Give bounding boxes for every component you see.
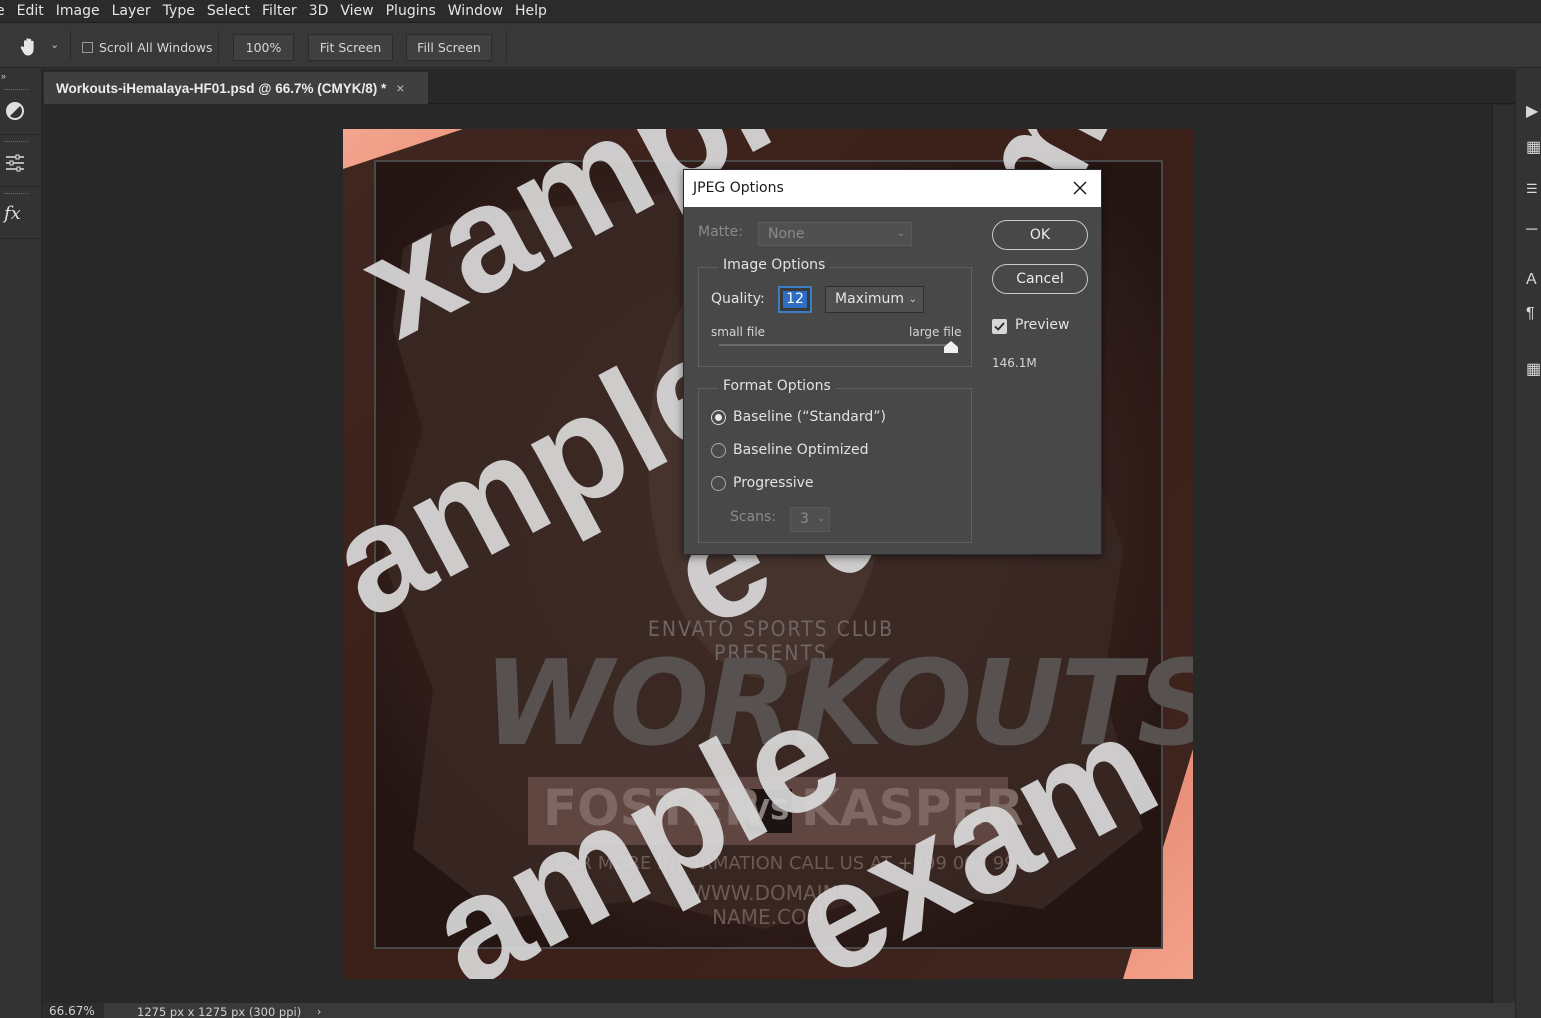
menu-help[interactable]: Help [509, 0, 553, 22]
matte-value: None [768, 226, 805, 242]
scans-select[interactable]: 3 ⌄ [790, 507, 830, 532]
quality-input[interactable]: 12 [778, 286, 812, 313]
preview-label: Preview [1015, 317, 1070, 333]
matte-select[interactable]: None ⌄ [758, 222, 912, 246]
matte-label: Matte: [698, 224, 743, 240]
quality-preset-value: Maximum [835, 291, 904, 307]
menu-select[interactable]: Select [201, 0, 256, 22]
grid-icon[interactable]: ▦ [1526, 359, 1541, 379]
image-options-legend: Image Options [718, 257, 831, 273]
small-file-label: small file [711, 325, 766, 339]
baseline-optimized-label: Baseline Optimized [733, 442, 869, 458]
tool-preset-chevron-down-icon[interactable]: ⌄ [50, 38, 59, 51]
menu-3d[interactable]: 3D [303, 0, 335, 22]
quality-slider-track[interactable] [719, 344, 951, 346]
paragraph-icon[interactable]: ¶ [1526, 305, 1535, 323]
menu-view[interactable]: View [334, 0, 379, 22]
sliders-icon[interactable] [4, 152, 26, 174]
format-options-legend: Format Options [718, 378, 836, 394]
menu-file[interactable]: e [0, 0, 11, 22]
panel-group-properties [0, 135, 40, 187]
fit-screen-button[interactable]: Fit Screen [308, 34, 393, 61]
panel-grip[interactable] [4, 193, 28, 196]
menu-bar: e Edit Image Layer Type Select Filter 3D… [0, 0, 1541, 22]
hand-icon[interactable] [18, 36, 40, 58]
panel-group-styles: fx [0, 187, 40, 239]
zoom-level-field[interactable]: 66.67% [42, 1003, 104, 1018]
preview-checkbox[interactable] [992, 319, 1007, 334]
panel-grip[interactable] [4, 141, 28, 144]
close-icon[interactable] [1070, 178, 1090, 198]
baseline-optimized-radio[interactable] [711, 443, 726, 458]
menu-type[interactable]: Type [157, 0, 201, 22]
panel-group-adjustments [0, 83, 40, 135]
file-size-value: 146.1M [992, 356, 1037, 370]
menu-image[interactable]: Image [50, 0, 106, 22]
fx-icon[interactable]: fx [4, 203, 26, 225]
status-info-arrow-icon[interactable]: › [317, 1005, 321, 1018]
options-separator [70, 31, 71, 61]
ok-button[interactable]: OK [992, 220, 1088, 250]
adjust-icon[interactable]: ─ [1526, 221, 1537, 239]
menu-edit[interactable]: Edit [11, 0, 50, 22]
document-dimensions: 1275 px x 1275 px (300 ppi) [137, 1005, 302, 1018]
progressive-label: Progressive [733, 475, 814, 491]
image-options-group: Image Options [698, 257, 972, 367]
left-panel-strip: ›› fx [0, 69, 42, 1018]
vertical-scrollbar[interactable] [1492, 105, 1515, 1003]
jpeg-options-dialog: JPEG Options Matte: None ⌄ Image Options… [683, 169, 1102, 555]
expand-panels-icon[interactable]: ›› [1, 71, 6, 81]
dialog-title: JPEG Options [684, 170, 1101, 207]
fill-screen-button[interactable]: Fill Screen [406, 34, 492, 61]
cancel-button[interactable]: Cancel [992, 264, 1088, 294]
baseline-standard-label: Baseline (“Standard”) [733, 409, 886, 425]
baseline-standard-radio[interactable] [711, 410, 726, 425]
quality-value: 12 [783, 291, 807, 308]
options-separator [506, 31, 507, 61]
character-icon[interactable]: A [1526, 271, 1537, 289]
chevron-down-icon: ⌄ [896, 228, 905, 239]
menu-filter[interactable]: Filter [256, 0, 303, 22]
options-separator [218, 31, 219, 61]
chevron-down-icon: ⌄ [817, 514, 825, 524]
quality-slider-thumb[interactable] [944, 341, 958, 353]
options-bar: ⌄ Scroll All Windows 100% Fit Screen Fil… [0, 22, 1541, 68]
libraries-icon[interactable]: ▦ [1526, 137, 1541, 157]
scroll-all-windows-checkbox[interactable] [82, 42, 93, 53]
document-tab-title: Workouts-iHemalaya-HF01.psd @ 66.7% (CMY… [56, 80, 387, 96]
menu-plugins[interactable]: Plugins [380, 0, 442, 22]
progressive-radio[interactable] [711, 476, 726, 491]
checkmark-icon [994, 322, 1005, 331]
play-icon[interactable]: ▶ [1526, 101, 1538, 121]
right-panel-strip: ▶ ▦ ☰ ─ A ¶ ▦ [1515, 69, 1541, 1018]
zoom-100-button[interactable]: 100% [233, 34, 294, 61]
scroll-all-windows-label: Scroll All Windows [99, 40, 213, 55]
menu-layer[interactable]: Layer [106, 0, 157, 22]
quality-label: Quality: [711, 291, 765, 307]
chevron-down-icon: ⌄ [908, 294, 917, 305]
list-icon[interactable]: ☰ [1526, 181, 1538, 197]
panel-grip[interactable] [4, 89, 28, 92]
document-tab[interactable]: Workouts-iHemalaya-HF01.psd @ 66.7% (CMY… [44, 72, 428, 104]
scans-label: Scans: [730, 509, 777, 525]
close-tab-icon[interactable]: × [396, 80, 404, 96]
status-bar: 66.67% 1275 px x 1275 px (300 ppi) › [42, 1003, 1515, 1018]
document-tab-row: Workouts-iHemalaya-HF01.psd @ 66.7% (CMY… [42, 69, 1515, 104]
scans-value: 3 [800, 511, 809, 527]
menu-window[interactable]: Window [442, 0, 509, 22]
adjustment-circle-icon[interactable] [4, 100, 26, 122]
quality-preset-select[interactable]: Maximum ⌄ [825, 286, 924, 313]
large-file-label: large file [909, 325, 962, 339]
